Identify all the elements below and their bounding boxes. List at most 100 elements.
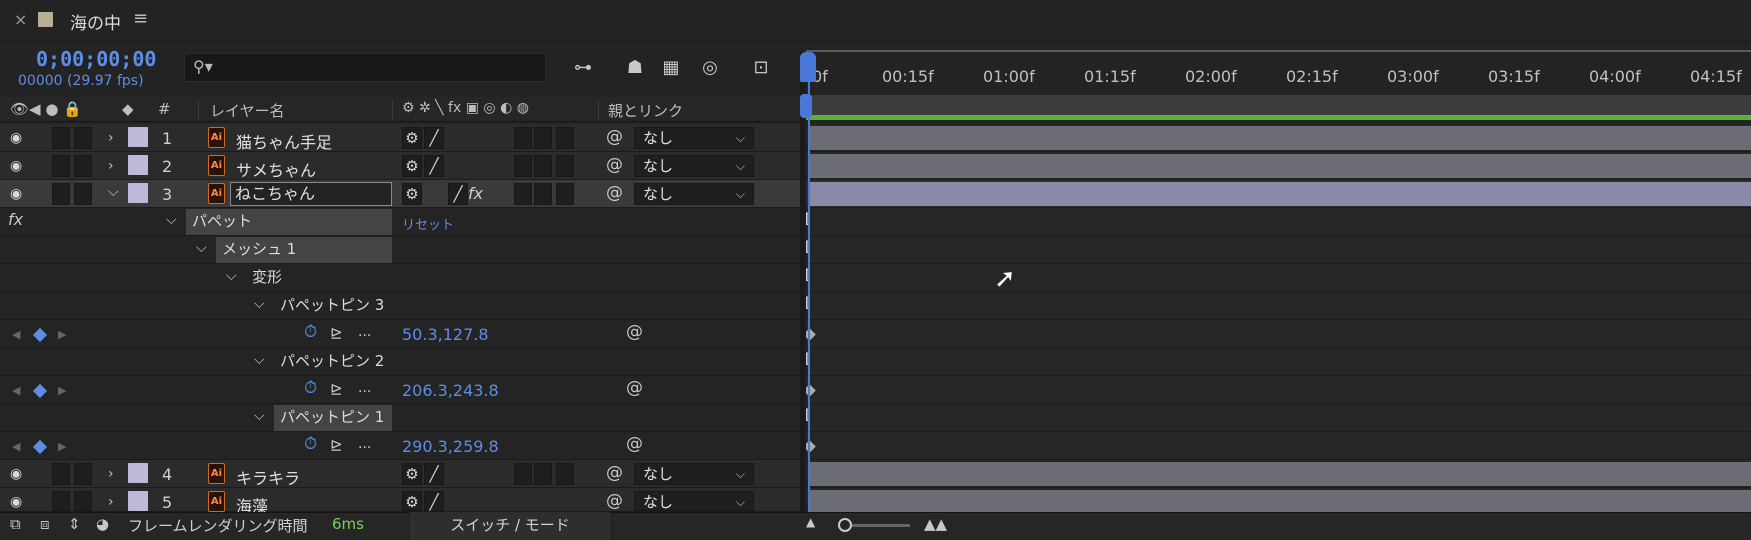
chevron-right-icon[interactable]: › (108, 494, 114, 510)
eye-icon[interactable]: ◉ (10, 466, 22, 482)
cti-handle-lower[interactable] (800, 94, 812, 118)
collapse-transform-switch[interactable]: ⚙ (402, 127, 422, 149)
quality-switch[interactable]: ╱ (424, 463, 444, 485)
lock-toggle-cell[interactable] (74, 491, 92, 511)
chevron-down-icon[interactable]: ⌵ (166, 212, 177, 228)
layer-name-column-header[interactable]: レイヤー名 (210, 100, 285, 121)
property-row[interactable] (0, 376, 800, 404)
puppet-pin-name[interactable]: パペットピン 1 (274, 405, 392, 431)
switches-modes-toggle[interactable]: スイッチ / モード (410, 512, 610, 540)
eye-icon[interactable]: ◉ (10, 186, 22, 202)
in-out-toggle-icon[interactable]: ⇕ (68, 515, 81, 533)
lock-toggle-cell[interactable] (74, 183, 92, 205)
switch-cell[interactable] (534, 155, 552, 177)
property-row[interactable] (0, 320, 800, 348)
parent-dropdown[interactable]: なし ⌵ (634, 127, 754, 149)
panel-menu-icon[interactable]: ≡ (133, 8, 148, 29)
pickwhip-icon[interactable]: @ (606, 183, 623, 203)
switch-cell[interactable] (514, 183, 532, 205)
puppet-pin-position-value[interactable]: 50.3,127.8 (402, 325, 489, 344)
switch-cell[interactable] (534, 183, 552, 205)
switch-cell[interactable] (556, 463, 574, 485)
layer-name-edit-field[interactable]: ねこちゃん (230, 182, 392, 206)
prev-keyframe-icon[interactable]: ◀ (12, 328, 20, 341)
graph-editor-icon[interactable]: ⊡ (748, 55, 774, 81)
chevron-right-icon[interactable]: › (108, 158, 114, 174)
layer-duration-bar[interactable] (810, 154, 1751, 178)
layer-duration-bar[interactable] (810, 126, 1751, 150)
composition-mini-flowchart-icon[interactable]: ⊶ (570, 55, 596, 81)
puppet-pin-position-value[interactable]: 206.3,243.8 (402, 381, 499, 400)
stopwatch-icon[interactable]: ⏱ (304, 322, 317, 342)
layer-name[interactable]: キラキラ (236, 465, 300, 489)
pickwhip-icon[interactable]: @ (626, 378, 643, 398)
switch-cell[interactable] (556, 183, 574, 205)
frame-blending-icon[interactable]: ▦ (658, 55, 684, 81)
pickwhip-icon[interactable]: @ (606, 155, 623, 175)
collapse-transform-switch[interactable]: ⚙ (402, 183, 422, 205)
collapse-transform-switch[interactable]: ⚙ (402, 491, 422, 511)
layer-duration-bar[interactable] (810, 462, 1751, 486)
label-color-swatch[interactable] (128, 127, 148, 147)
work-area-range[interactable] (806, 115, 1751, 120)
effects-switch-icon[interactable]: fx (468, 184, 483, 203)
prev-keyframe-icon[interactable]: ◀ (12, 384, 20, 397)
chevron-down-icon[interactable]: ⌵ (254, 296, 265, 312)
effect-name[interactable]: パペット (186, 209, 392, 235)
audio-toggle-cell[interactable] (52, 127, 70, 149)
switch-cell[interactable] (556, 155, 574, 177)
current-time-indicator[interactable] (808, 52, 810, 512)
quality-switch[interactable]: ╱ (424, 127, 444, 149)
switch-cell[interactable] (514, 127, 532, 149)
audio-toggle-cell[interactable] (52, 463, 70, 485)
pane-divider[interactable] (800, 52, 806, 512)
quality-switch[interactable]: ╱ (424, 155, 444, 177)
shy-layers-icon[interactable]: ☗ (622, 55, 648, 81)
eye-icon[interactable]: ◉ (10, 130, 22, 146)
property-row[interactable] (0, 432, 800, 460)
stopwatch-icon[interactable]: ⏱ (304, 434, 317, 454)
chevron-down-icon[interactable]: ⌵ (196, 240, 207, 256)
parent-dropdown[interactable]: なし ⌵ (634, 183, 754, 205)
pickwhip-icon[interactable]: @ (626, 322, 643, 342)
modes-toggle-icon[interactable]: ⧈ (40, 515, 50, 533)
chevron-down-icon[interactable]: ⌵ (108, 184, 119, 200)
quality-switch[interactable]: ╱ (424, 491, 444, 511)
next-keyframe-icon[interactable]: ▶ (58, 328, 66, 341)
reset-link[interactable]: リセット (402, 214, 454, 233)
property-group-row[interactable] (0, 348, 800, 376)
more-dots[interactable]: ... (358, 324, 371, 340)
property-group-row[interactable] (0, 264, 800, 292)
layer-switches-toggle-icon[interactable]: ⧉ (10, 515, 21, 533)
chevron-down-icon[interactable]: ⌵ (226, 268, 237, 284)
next-keyframe-icon[interactable]: ▶ (58, 440, 66, 453)
zoom-in-icon[interactable]: ▲▲ (924, 515, 947, 533)
pickwhip-icon[interactable]: @ (606, 127, 623, 147)
render-time-toggle-icon[interactable]: ◕ (96, 515, 109, 533)
graph-icon[interactable]: ⊵ (330, 324, 343, 342)
zoom-slider-knob[interactable] (838, 518, 852, 532)
eye-icon[interactable]: ◉ (10, 494, 22, 510)
chevron-right-icon[interactable]: › (108, 466, 114, 482)
quality-switch[interactable]: ╱ (448, 183, 468, 205)
collapse-transform-switch[interactable]: ⚙ (402, 463, 422, 485)
audio-toggle-cell[interactable] (52, 183, 70, 205)
effect-row[interactable] (0, 208, 800, 236)
puppet-pin-name[interactable]: パペットピン 2 (274, 349, 390, 375)
pickwhip-icon[interactable]: @ (606, 463, 623, 483)
layer-name[interactable]: 猫ちゃん手足 (236, 129, 332, 153)
chevron-right-icon[interactable]: › (108, 130, 114, 146)
chevron-down-icon[interactable]: ⌵ (254, 408, 265, 424)
switch-cell[interactable] (514, 155, 532, 177)
puppet-pin-name[interactable]: パペットピン 3 (274, 293, 390, 319)
current-time-display[interactable]: 0;00;00;00 (36, 47, 156, 71)
label-color-swatch[interactable] (128, 183, 148, 203)
graph-icon[interactable]: ⊵ (330, 380, 343, 398)
next-keyframe-icon[interactable]: ▶ (58, 384, 66, 397)
property-group-row[interactable] (0, 236, 800, 264)
switch-cell[interactable] (534, 463, 552, 485)
pickwhip-icon[interactable]: @ (606, 491, 623, 511)
close-tab-icon[interactable]: × (14, 10, 27, 29)
audio-toggle-cell[interactable] (52, 491, 70, 511)
eye-icon[interactable]: ◉ (10, 158, 22, 174)
